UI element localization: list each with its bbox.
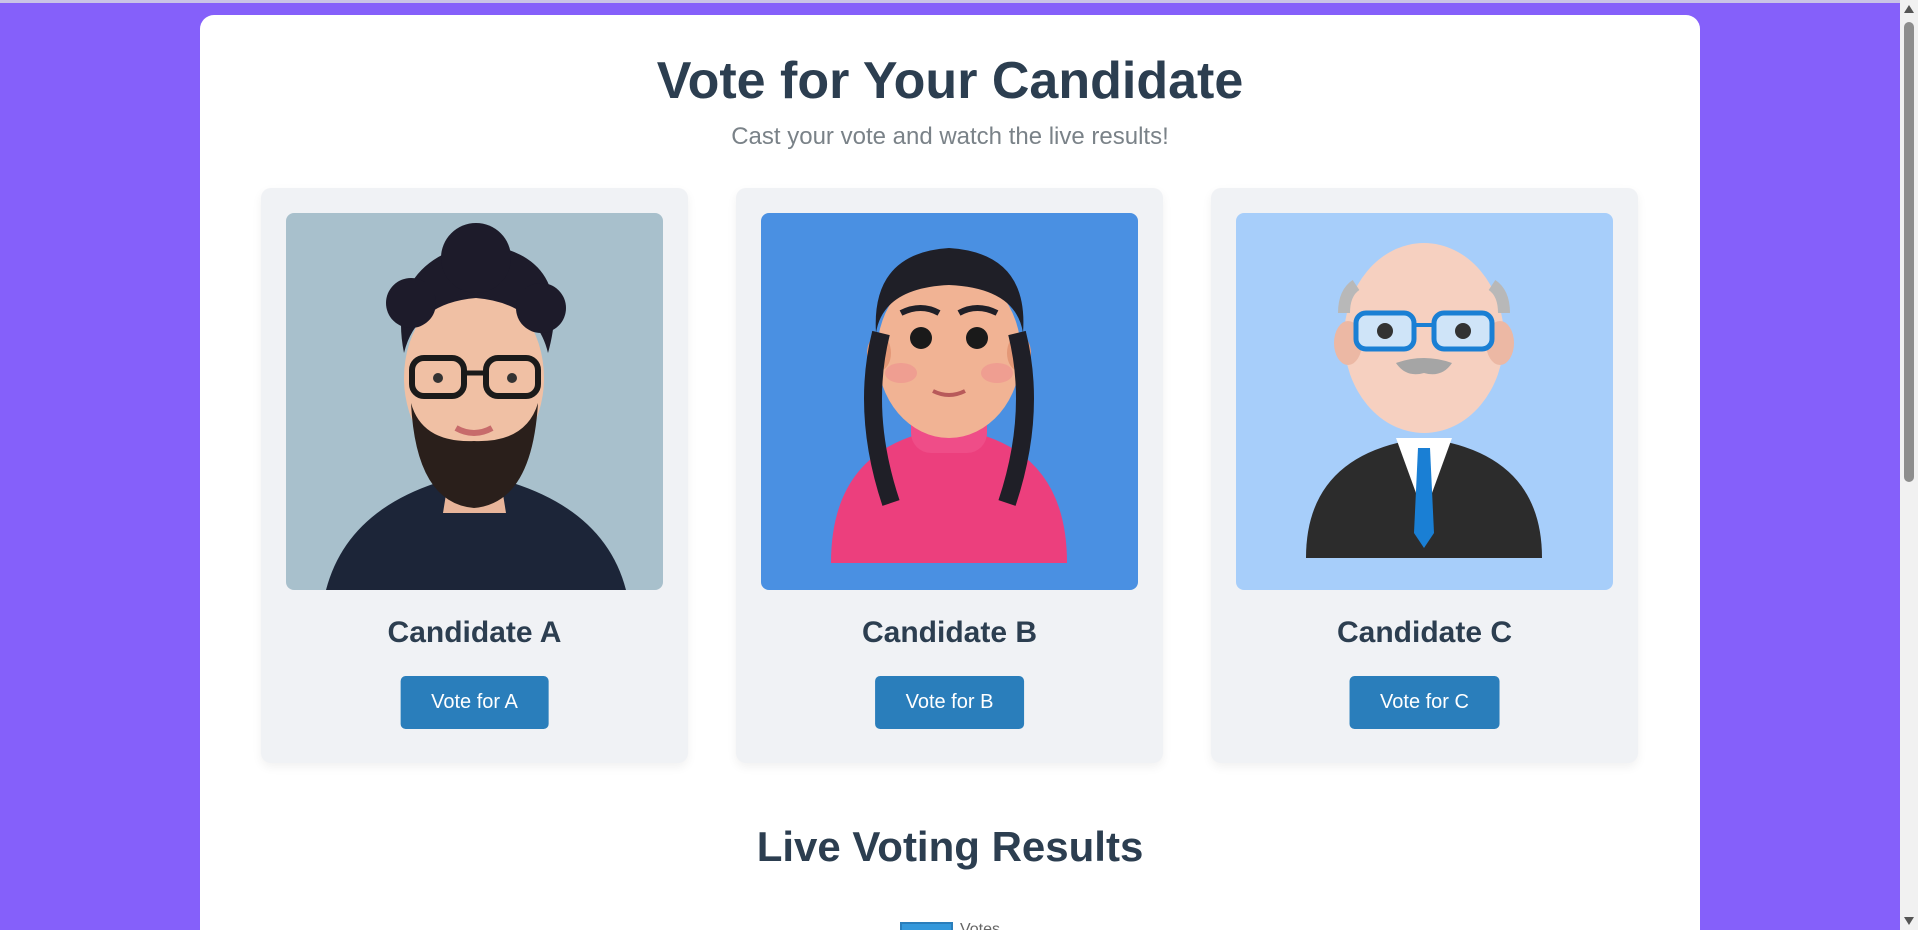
candidate-a-name: Candidate A xyxy=(387,616,562,649)
vote-a-button[interactable]: Vote for A xyxy=(400,676,549,729)
vote-c-button[interactable]: Vote for C xyxy=(1349,676,1500,729)
candidate-b-name: Candidate B xyxy=(861,616,1038,649)
browser-top-edge xyxy=(0,0,1900,3)
scroll-up-arrow-icon[interactable] xyxy=(1904,5,1914,13)
voting-panel: Vote for Your Candidate Cast your vote a… xyxy=(200,15,1700,930)
vertical-scrollbar[interactable] xyxy=(1900,0,1918,930)
scroll-down-arrow-icon[interactable] xyxy=(1904,917,1914,925)
legend-label: Votes xyxy=(959,921,1001,930)
candidate-a-photo xyxy=(286,213,663,590)
page-title: Vote for Your Candidate xyxy=(656,52,1244,110)
candidate-c-name: Candidate C xyxy=(1336,616,1513,649)
scroll-thumb[interactable] xyxy=(1904,22,1914,482)
candidate-card-c: Candidate C Vote for C xyxy=(1211,188,1638,763)
results-title: Live Voting Results xyxy=(756,823,1144,870)
page-subtitle: Cast your vote and watch the live result… xyxy=(731,123,1169,150)
vote-b-button[interactable]: Vote for B xyxy=(874,676,1025,729)
chart-legend[interactable]: Votes xyxy=(200,921,1700,930)
candidate-c-photo xyxy=(1236,213,1613,590)
candidate-card-a: Candidate A Vote for A xyxy=(261,188,688,763)
candidate-b-photo xyxy=(761,213,1138,590)
man-with-beard-avatar-icon xyxy=(286,213,663,590)
candidate-card-b: Candidate B Vote for B xyxy=(736,188,1163,763)
legend-swatch xyxy=(899,921,953,930)
girl-with-braids-avatar-icon xyxy=(761,213,1138,590)
bald-man-in-suit-avatar-icon xyxy=(1236,213,1613,590)
